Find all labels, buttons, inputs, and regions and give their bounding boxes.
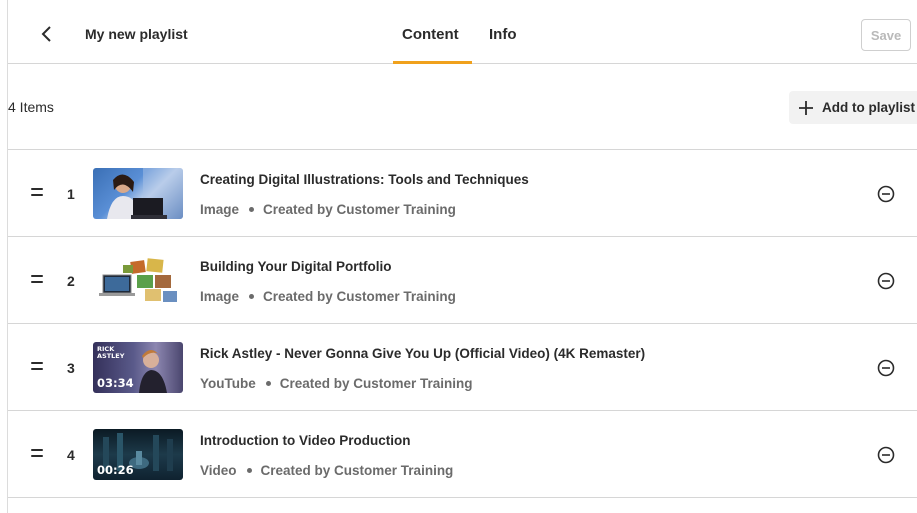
drag-handle-icon[interactable]	[31, 449, 43, 459]
video-duration: 03:34	[97, 376, 134, 390]
tab-info[interactable]: Info	[489, 26, 517, 43]
video-duration: 00:26	[97, 463, 134, 477]
plus-icon	[799, 100, 813, 115]
tab-content[interactable]: Content	[402, 26, 459, 43]
list-item: 2 Building Your Digital Portfolio Image …	[8, 237, 917, 324]
save-button[interactable]: Save	[861, 19, 911, 51]
playlist-header: My new playlist Content Info Save	[8, 0, 917, 64]
item-meta: YouTube Created by Customer Training	[200, 376, 473, 391]
chevron-left-icon	[41, 26, 51, 42]
item-thumbnail[interactable]: 00:26	[93, 429, 183, 480]
separator-dot	[249, 207, 255, 212]
separator-dot	[249, 294, 255, 299]
item-creator: Created by Customer Training	[260, 463, 454, 478]
list-item: 1 Creating Digital Illustrations: Tools …	[8, 150, 917, 237]
active-tab-indicator	[393, 61, 472, 64]
item-number: 3	[67, 360, 75, 376]
separator-dot	[246, 468, 252, 473]
playlist-title: My new playlist	[85, 26, 188, 42]
item-creator: Created by Customer Training	[279, 376, 473, 391]
add-to-playlist-label: Add to playlist	[822, 100, 916, 115]
item-number: 1	[67, 186, 75, 202]
add-to-playlist-button[interactable]: Add to playlist	[789, 91, 917, 124]
item-type: Image	[200, 289, 240, 304]
items-count: 4 Items	[8, 99, 54, 115]
item-meta: Video Created by Customer Training	[200, 463, 453, 478]
item-meta: Image Created by Customer Training	[200, 289, 456, 304]
item-creator: Created by Customer Training	[263, 289, 456, 304]
item-title[interactable]: Building Your Digital Portfolio	[200, 259, 392, 274]
item-number: 2	[67, 273, 75, 289]
playlist-items-list: 1 Creating Digital Illustrations: Tools …	[8, 149, 917, 498]
thumbnail-caption: RICK ASTLEY	[97, 345, 125, 360]
remove-circle-icon[interactable]	[877, 446, 895, 464]
item-meta: Image Created by Customer Training	[200, 202, 456, 217]
drag-handle-icon[interactable]	[31, 275, 43, 285]
remove-circle-icon[interactable]	[877, 272, 895, 290]
drag-handle-icon[interactable]	[31, 188, 43, 198]
back-button[interactable]	[36, 22, 58, 46]
drag-handle-icon[interactable]	[31, 362, 43, 372]
portfolio-collage-image	[99, 258, 177, 302]
woman-laptop-image	[107, 168, 183, 219]
item-title[interactable]: Introduction to Video Production	[200, 433, 410, 448]
item-type: Image	[200, 202, 240, 217]
separator-dot	[265, 381, 271, 386]
remove-circle-icon[interactable]	[877, 185, 895, 203]
item-thumbnail[interactable]	[93, 168, 183, 219]
item-thumbnail[interactable]: RICK ASTLEY 03:34	[93, 342, 183, 393]
item-type: Video	[200, 463, 237, 478]
item-creator: Created by Customer Training	[263, 202, 456, 217]
item-number: 4	[67, 447, 75, 463]
remove-circle-icon[interactable]	[877, 359, 895, 377]
list-item: 3 RICK ASTLEY 03:34 Rick Astley - Never …	[8, 324, 917, 411]
list-item: 4 00:26 Introduction to Video Production…	[8, 411, 917, 498]
item-thumbnail[interactable]	[93, 255, 183, 306]
item-title[interactable]: Creating Digital Illustrations: Tools an…	[200, 172, 529, 187]
item-type: YouTube	[200, 376, 256, 391]
item-title[interactable]: Rick Astley - Never Gonna Give You Up (O…	[200, 346, 645, 361]
